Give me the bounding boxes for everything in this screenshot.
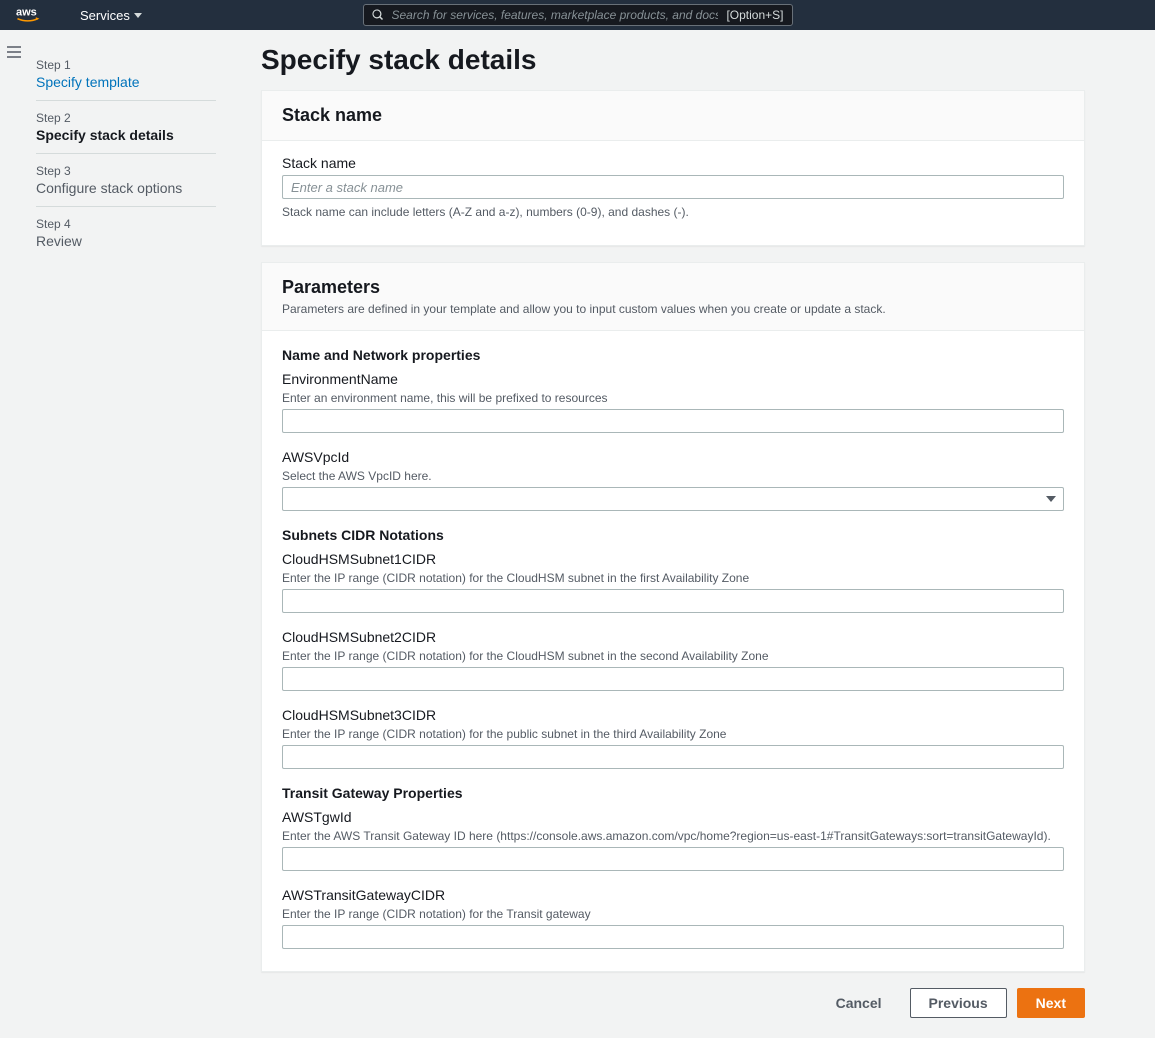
panel-title: Parameters: [282, 277, 1064, 298]
wizard-step-1[interactable]: Step 1 Specify template: [36, 48, 216, 101]
wizard-step-4[interactable]: Step 4 Review: [36, 207, 216, 259]
section-tgw: Transit Gateway Properties: [282, 785, 1064, 801]
panel-desc: Parameters are defined in your template …: [282, 302, 1064, 316]
param-aws-vpc-id: AWSVpcId Select the AWS VpcID here.: [282, 449, 1064, 511]
param-subnet1-cidr: CloudHSMSubnet1CIDR Enter the IP range (…: [282, 551, 1064, 613]
environment-name-input[interactable]: [282, 409, 1064, 433]
cancel-button[interactable]: Cancel: [818, 988, 900, 1018]
step-label: Step 2: [36, 111, 216, 125]
param-desc: Enter the IP range (CIDR notation) for t…: [282, 571, 1064, 585]
aws-tgw-cidr-input[interactable]: [282, 925, 1064, 949]
chevron-down-icon: [134, 13, 142, 18]
wizard-button-row: Cancel Previous Next: [261, 988, 1085, 1018]
search-input[interactable]: [384, 8, 727, 22]
param-desc: Enter the IP range (CIDR notation) for t…: [282, 907, 1064, 921]
param-label: CloudHSMSubnet2CIDR: [282, 629, 1064, 645]
step-title: Specify stack details: [36, 127, 216, 143]
panel-header: Stack name: [262, 91, 1084, 141]
stack-name-panel: Stack name Stack name Stack name can inc…: [261, 90, 1085, 246]
main-content: Specify stack details Stack name Stack n…: [261, 44, 1085, 1018]
param-desc: Select the AWS VpcID here.: [282, 469, 1064, 483]
next-button[interactable]: Next: [1017, 988, 1085, 1018]
page-title: Specify stack details: [261, 44, 1085, 76]
param-label: EnvironmentName: [282, 371, 1064, 387]
stack-name-input[interactable]: [282, 175, 1064, 199]
section-name-network: Name and Network properties: [282, 347, 1064, 363]
param-label: CloudHSMSubnet1CIDR: [282, 551, 1064, 567]
param-subnet2-cidr: CloudHSMSubnet2CIDR Enter the IP range (…: [282, 629, 1064, 691]
panel-header: Parameters Parameters are defined in you…: [262, 263, 1084, 331]
param-subnet3-cidr: CloudHSMSubnet3CIDR Enter the IP range (…: [282, 707, 1064, 769]
side-panel-toggle[interactable]: [0, 30, 28, 1038]
stack-name-label: Stack name: [282, 155, 1064, 171]
param-desc: Enter the AWS Transit Gateway ID here (h…: [282, 829, 1064, 843]
param-label: AWSTransitGatewayCIDR: [282, 887, 1064, 903]
aws-vpc-id-select[interactable]: [282, 487, 1064, 511]
top-navbar: aws Services [Option+S]: [0, 0, 1155, 30]
subnet2-cidr-input[interactable]: [282, 667, 1064, 691]
previous-button[interactable]: Previous: [910, 988, 1007, 1018]
param-label: AWSTgwId: [282, 809, 1064, 825]
step-label: Step 3: [36, 164, 216, 178]
subnet1-cidr-input[interactable]: [282, 589, 1064, 613]
search-hint: [Option+S]: [726, 8, 783, 22]
panel-title: Stack name: [282, 105, 1064, 126]
param-tgw-cidr: AWSTransitGatewayCIDR Enter the IP range…: [282, 887, 1064, 949]
wizard-step-3[interactable]: Step 3 Configure stack options: [36, 154, 216, 207]
step-label: Step 1: [36, 58, 216, 72]
param-desc: Enter the IP range (CIDR notation) for t…: [282, 727, 1064, 741]
search-container: [Option+S]: [363, 4, 793, 26]
param-environment-name: EnvironmentName Enter an environment nam…: [282, 371, 1064, 433]
subnet3-cidr-input[interactable]: [282, 745, 1064, 769]
param-tgw-id: AWSTgwId Enter the AWS Transit Gateway I…: [282, 809, 1064, 871]
section-subnets: Subnets CIDR Notations: [282, 527, 1064, 543]
step-title: Review: [36, 233, 216, 249]
svg-text:aws: aws: [16, 7, 37, 19]
step-title: Configure stack options: [36, 180, 216, 196]
hamburger-icon: [6, 44, 22, 60]
param-desc: Enter the IP range (CIDR notation) for t…: [282, 649, 1064, 663]
search-icon: [372, 9, 384, 21]
services-label: Services: [80, 8, 130, 23]
param-label: AWSVpcId: [282, 449, 1064, 465]
services-menu[interactable]: Services: [80, 8, 142, 23]
aws-tgw-id-input[interactable]: [282, 847, 1064, 871]
param-label: CloudHSMSubnet3CIDR: [282, 707, 1064, 723]
step-label: Step 4: [36, 217, 216, 231]
wizard-steps-nav: Step 1 Specify template Step 2 Specify s…: [36, 44, 216, 1018]
param-desc: Enter an environment name, this will be …: [282, 391, 1064, 405]
parameters-panel: Parameters Parameters are defined in you…: [261, 262, 1085, 972]
aws-logo[interactable]: aws: [16, 6, 60, 24]
step-title: Specify template: [36, 74, 216, 90]
stack-name-help: Stack name can include letters (A-Z and …: [282, 205, 1064, 219]
wizard-step-2[interactable]: Step 2 Specify stack details: [36, 101, 216, 154]
